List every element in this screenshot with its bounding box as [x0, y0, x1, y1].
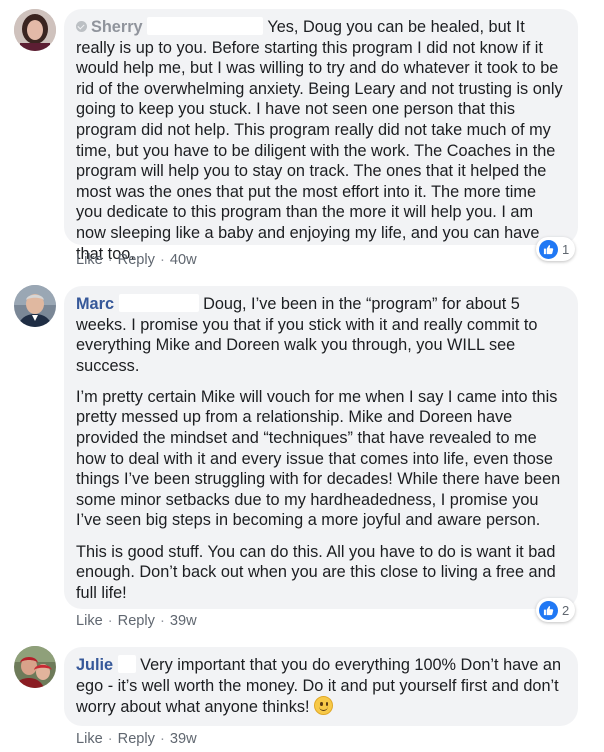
avatar[interactable]	[14, 285, 56, 327]
like-link[interactable]: Like	[76, 613, 103, 629]
avatar[interactable]	[14, 646, 56, 688]
reaction-count: 1	[562, 241, 570, 257]
separator: ·	[159, 252, 165, 268]
timestamp[interactable]: 39w	[170, 613, 197, 629]
separator: ·	[159, 613, 165, 629]
redacted-name	[147, 17, 264, 35]
reply-link[interactable]: Reply	[118, 252, 155, 268]
user-avatar-icon	[14, 9, 56, 51]
comment-actions: Like · Reply · 39w	[76, 613, 197, 629]
timestamp[interactable]: 40w	[170, 252, 197, 268]
comment-text: Yes, Doug you can be healed, but It real…	[76, 18, 563, 263]
like-reaction-icon	[539, 600, 558, 620]
comment-actions: Like · Reply · 39w	[76, 731, 197, 747]
separator: ·	[107, 731, 113, 747]
user-avatar-icon	[14, 646, 56, 688]
comment-author[interactable]: Julie	[76, 656, 113, 674]
smiley-emoji-icon	[314, 696, 334, 716]
like-link[interactable]: Like	[76, 731, 103, 747]
reply-link[interactable]: Reply	[118, 613, 155, 629]
separator: ·	[159, 731, 165, 747]
avatar[interactable]	[14, 9, 56, 51]
comment-bubble: Sherry Yes, Doug you can be healed, but …	[64, 9, 578, 263]
redacted-name	[118, 294, 199, 312]
like-link[interactable]: Like	[76, 252, 103, 268]
reply-link[interactable]: Reply	[118, 731, 155, 747]
comment-actions: Like · Reply · 40w	[76, 252, 197, 268]
comment-paragraph: I’m pretty certain Mike will vouch for m…	[76, 387, 561, 530]
comment-author[interactable]: Sherry	[91, 18, 143, 36]
reaction-count-badge[interactable]: 2	[536, 598, 576, 622]
separator: ·	[107, 613, 113, 629]
reaction-count: 2	[562, 602, 570, 618]
comment-paragraph: This is good stuff. You can do this. All…	[76, 542, 556, 602]
timestamp[interactable]: 39w	[170, 731, 197, 747]
comment-bubble: Julie Very important that you do everyth…	[64, 647, 578, 726]
comment-bubble: Marc Doug, I’ve been in the “program” fo…	[64, 286, 578, 609]
verified-check-icon	[76, 21, 87, 32]
user-avatar-icon	[14, 285, 56, 327]
like-reaction-icon	[539, 239, 558, 259]
reaction-count-badge[interactable]: 1	[536, 237, 576, 261]
redacted-name	[117, 655, 136, 673]
separator: ·	[107, 252, 113, 268]
comment-author[interactable]: Marc	[76, 295, 114, 313]
